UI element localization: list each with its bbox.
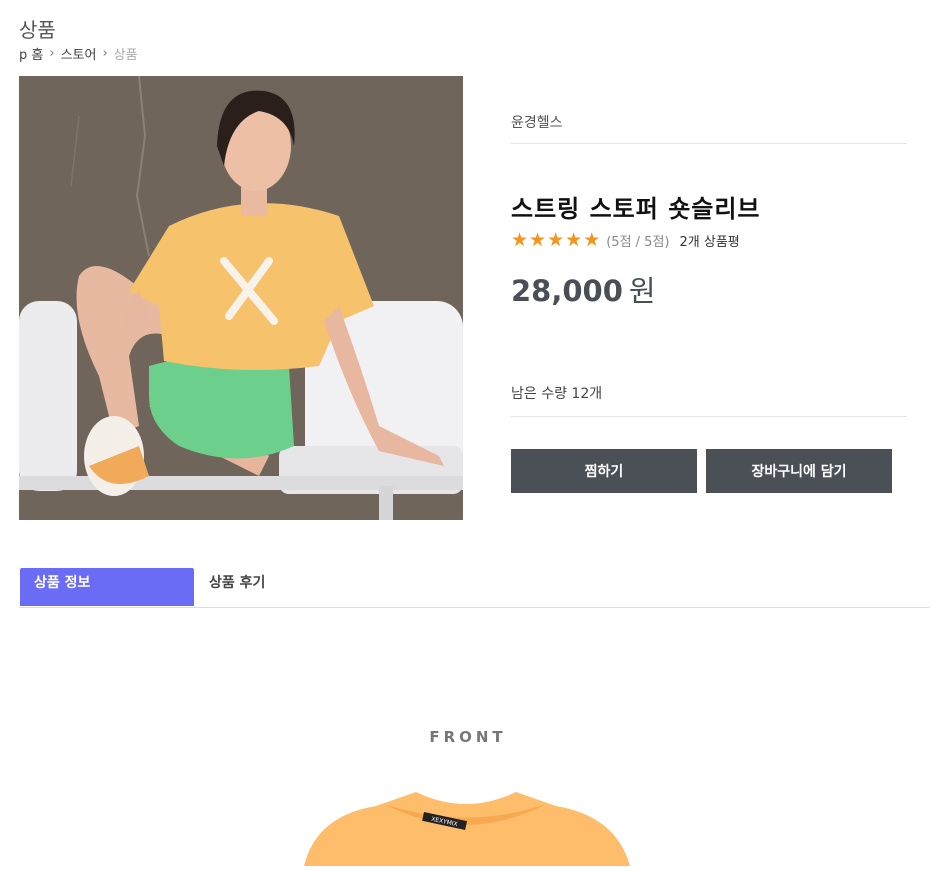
chevron-right-icon: ›: [49, 46, 55, 61]
front-shirt-image: XEXYMIX: [296, 786, 636, 866]
front-label: FRONT: [429, 728, 507, 746]
rating-row: ★ ★ ★ ★ ★ (5점 / 5점) 2개 상품평: [511, 231, 740, 251]
star-icon: ★: [511, 229, 529, 251]
divider: [511, 416, 907, 417]
star-icon: ★: [583, 229, 601, 251]
review-count[interactable]: 2개 상품평: [680, 231, 740, 250]
product-title: 스트링 스토퍼 숏슬리브: [511, 195, 761, 223]
breadcrumb-home[interactable]: p 홈: [19, 44, 43, 63]
price-amount: 28,000: [511, 274, 623, 308]
stock-remaining: 남은 수량 12개: [511, 386, 603, 402]
breadcrumb-current: 상품: [113, 48, 138, 63]
rating-score: (5점 / 5점): [606, 235, 670, 250]
wishlist-button[interactable]: 찜하기: [511, 449, 697, 493]
breadcrumb: p 홈 › 스토어 › 상품: [19, 44, 138, 63]
chevron-right-icon: ›: [102, 46, 108, 61]
price: 28,000 원: [511, 268, 656, 310]
product-photo: [19, 76, 463, 520]
product-tabs: 상품 정보 상품 후기: [19, 568, 930, 608]
tab-product-info[interactable]: 상품 정보: [20, 568, 194, 606]
rating-stars: ★ ★ ★ ★ ★: [511, 231, 600, 250]
breadcrumb-store[interactable]: 스토어: [61, 44, 97, 63]
add-to-cart-button[interactable]: 장바구니에 담기: [706, 449, 892, 493]
brand-name: 윤경헬스: [511, 115, 563, 131]
star-icon: ★: [565, 229, 583, 251]
page-title: 상품: [19, 18, 56, 42]
star-icon: ★: [529, 229, 547, 251]
price-unit: 원: [628, 274, 656, 308]
star-icon: ★: [547, 229, 565, 251]
divider: [511, 143, 907, 144]
tab-product-reviews[interactable]: 상품 후기: [195, 568, 345, 606]
